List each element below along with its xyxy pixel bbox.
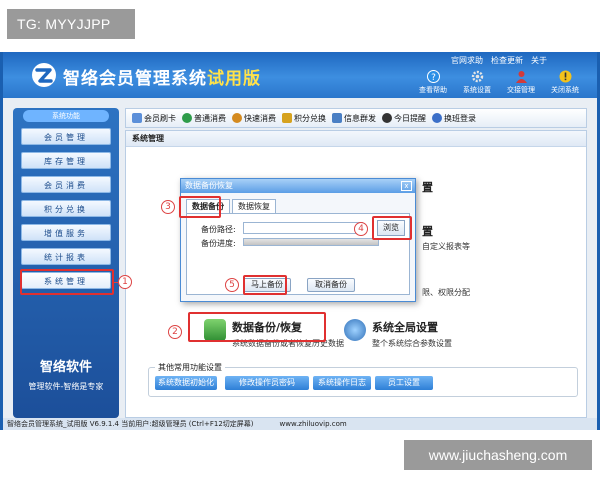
annotation-box-5 [243,275,287,295]
dialog-title: 数据备份恢复 [185,181,233,190]
sidebar-header: 系统功能 [23,110,109,122]
brand-block: 智络软件 管理软件-智络是专家 [23,356,109,392]
status-bar: 智络会员管理系统_试用版 V6.9.1.4 当前用户:超级管理员 (Ctrl+F… [3,418,597,430]
hidden-desc-1: 自定义报表等 [422,242,470,251]
sidebar: 系统功能 会员管理 库存管理 会员消费 积分兑换 增值服务 统计报表 系统管理 … [13,108,119,418]
handover-button[interactable]: 交接管理 [503,70,539,95]
person-icon [232,113,242,123]
globe-settings-icon [344,319,366,341]
staff-settings-button[interactable]: 员工设置 [375,376,433,390]
annotation-marker-3: 3 [161,200,175,214]
dialog-title-bar: 数据备份恢复 x [181,179,415,193]
sidebar-item-inventory[interactable]: 库存管理 [21,152,111,169]
tool-quick-consume[interactable]: 快速消费 [232,113,276,124]
annotation-marker-1: 1 [118,275,132,289]
sidebar-item-consumption[interactable]: 会员消费 [21,176,111,193]
sidebar-item-points[interactable]: 积分兑换 [21,200,111,217]
breadcrumb: 系统管理 [126,131,586,147]
annotation-box-2 [188,312,326,342]
annotation-marker-5: 5 [225,278,239,292]
operation-log-button[interactable]: 系统操作日志 [313,376,371,390]
system-menu: 官网求助 检查更新 关于 [451,55,547,66]
card-icon [132,113,142,123]
clock-icon [382,113,392,123]
brand-name: 智络软件 [39,360,92,375]
toolbar: 会员刷卡 普通消费 快速消费 积分兑换 信息群发 今日提醒 换班登录 [125,108,587,128]
hidden-heading-1: 置 [422,181,433,194]
svg-text:?: ? [431,73,436,83]
watermark-bottom: www.jiuchasheng.com [404,440,592,470]
question-icon: ? [415,70,451,85]
annotation-box-1 [20,269,114,295]
backup-progress-bar [243,238,379,246]
app-logo-icon [32,63,56,87]
refresh-icon [432,113,442,123]
annotation-box-3 [179,196,221,218]
hidden-desc-2: 限、权限分配 [422,288,470,297]
title-icon-bar: ? 查看帮助 系统设置 交接管理 关闭系统 [415,70,583,95]
close-system-button[interactable]: 关闭系统 [547,70,583,95]
init-data-button[interactable]: 系统数据初始化 [155,376,217,390]
watermark-top: TG: MYYJJPP [7,9,135,39]
tool-points-exchange[interactable]: 积分兑换 [282,113,326,124]
tool-shift-login[interactable]: 换班登录 [432,113,476,124]
tool-normal-consume[interactable]: 普通消费 [182,113,226,124]
user-icon [503,70,539,85]
change-password-button[interactable]: 修改操作员密码 [225,376,309,390]
title-bar: 智络会员管理系统试用版 官网求助 检查更新 关于 ? 查看帮助 系统设置 交接管… [3,52,597,98]
annotation-marker-4: 4 [354,222,368,236]
common-settings-group: 其他常用功能设置 系统数据初始化 修改操作员密码 系统操作日志 员工设置 [148,362,578,397]
sidebar-item-member[interactable]: 会员管理 [21,128,111,145]
tool-today-reminder[interactable]: 今日提醒 [382,113,426,124]
sidebar-item-reports[interactable]: 统计报表 [21,248,111,265]
menu-about[interactable]: 关于 [531,55,547,66]
path-label: 备份路径: [201,225,236,234]
mail-icon [332,113,342,123]
gift-icon [282,113,292,123]
warning-icon [547,70,583,85]
status-text: 智络会员管理系统_试用版 V6.9.1.4 当前用户:超级管理员 (Ctrl+F… [7,420,254,428]
annotation-box-4 [372,216,412,240]
hidden-heading-2: 置 [422,225,433,238]
menu-check-update[interactable]: 检查更新 [491,55,523,66]
settings-button[interactable]: 系统设置 [459,70,495,95]
tool-swipe-card[interactable]: 会员刷卡 [132,113,176,124]
help-button[interactable]: ? 查看帮助 [415,70,451,95]
progress-label: 备份进度: [201,239,236,248]
common-settings-title: 其他常用功能设置 [155,362,225,373]
menu-help-online[interactable]: 官网求助 [451,55,483,66]
feature-global-settings[interactable]: 系统全局设置 整个系统综合参数设置 [344,319,452,349]
annotation-marker-2: 2 [168,325,182,339]
sidebar-item-value-added[interactable]: 增值服务 [21,224,111,241]
tab-restore[interactable]: 数据恢复 [232,199,276,213]
tool-message-broadcast[interactable]: 信息群发 [332,113,376,124]
edition-label: 试用版 [207,69,261,89]
status-url: www.zhiluovip.com [279,420,347,428]
cancel-backup-button[interactable]: 取消备份 [307,278,355,292]
brand-slogan: 管理软件-智络是专家 [28,382,104,391]
globe-icon [182,113,192,123]
backup-path-input[interactable] [243,222,363,234]
close-icon[interactable]: x [401,181,412,191]
app-title: 智络会员管理系统试用版 [63,69,261,89]
gear-icon [459,70,495,85]
